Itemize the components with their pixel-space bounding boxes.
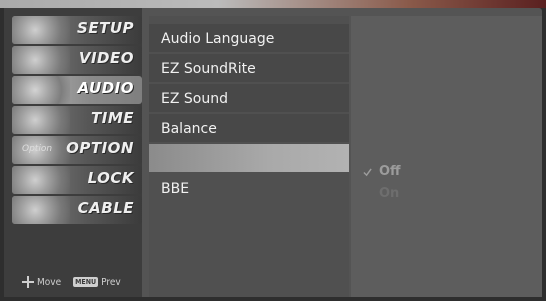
- nav-item-lock[interactable]: LOCK: [12, 166, 142, 194]
- nav-item-setup[interactable]: SETUP: [12, 16, 142, 44]
- hint-bar: Move MENU Prev: [22, 273, 121, 291]
- nav-item-label: VIDEO: [78, 49, 134, 67]
- option-audio-language[interactable]: Audio Language: [149, 24, 349, 52]
- nav-item-cable[interactable]: CABLE: [12, 196, 142, 224]
- prev-hint-label: Prev: [101, 276, 121, 288]
- nav-item-video[interactable]: VIDEO: [12, 46, 142, 74]
- nav-item-label: CABLE: [77, 199, 134, 217]
- nav-item-label: AUDIO: [77, 79, 134, 97]
- nav-item-audio[interactable]: AUDIO: [12, 76, 142, 104]
- option-label: Audio Language: [161, 31, 275, 47]
- option-label: EZ SoundRite: [161, 61, 256, 77]
- menu-key-icon: MENU: [73, 277, 99, 287]
- nav-item-label: LOCK: [87, 169, 134, 187]
- setup-icon: [12, 16, 70, 44]
- option-bbe[interactable]: BBE: [149, 174, 349, 202]
- submenu-item-on[interactable]: On: [379, 186, 399, 201]
- video-icon: [12, 46, 70, 74]
- submenu-panel: Off On: [351, 16, 542, 297]
- move-hint-label: Move: [37, 276, 62, 288]
- nav-item-option[interactable]: Option OPTION: [12, 136, 142, 164]
- move-icon: [22, 276, 34, 288]
- option-badge: Option: [22, 144, 53, 154]
- option-label: BBE: [161, 181, 190, 197]
- lock-icon: [12, 166, 70, 194]
- submenu-item-off[interactable]: Off: [379, 164, 401, 179]
- audio-options-list: Audio Language EZ SoundRite EZ Sound Bal…: [149, 16, 349, 297]
- option-label: Balance: [161, 121, 217, 137]
- nav-item-label: SETUP: [77, 19, 134, 37]
- option-highlighted[interactable]: [149, 144, 349, 172]
- main-menu-nav: SETUP VIDEO AUDIO TIME Option OPTION LOC…: [4, 8, 142, 297]
- clock-icon: [12, 106, 70, 134]
- option-ez-sound[interactable]: EZ Sound: [149, 84, 349, 112]
- speaker-icon: [12, 76, 70, 104]
- nav-item-time[interactable]: TIME: [12, 106, 142, 134]
- check-icon: [363, 168, 372, 177]
- nav-item-label: OPTION: [66, 139, 134, 157]
- option-ez-soundrite[interactable]: EZ SoundRite: [149, 54, 349, 82]
- top-bar: [0, 0, 546, 8]
- nav-item-label: TIME: [91, 109, 134, 127]
- cable-icon: [12, 196, 70, 224]
- option-label: EZ Sound: [161, 91, 228, 107]
- option-balance[interactable]: Balance: [149, 114, 349, 142]
